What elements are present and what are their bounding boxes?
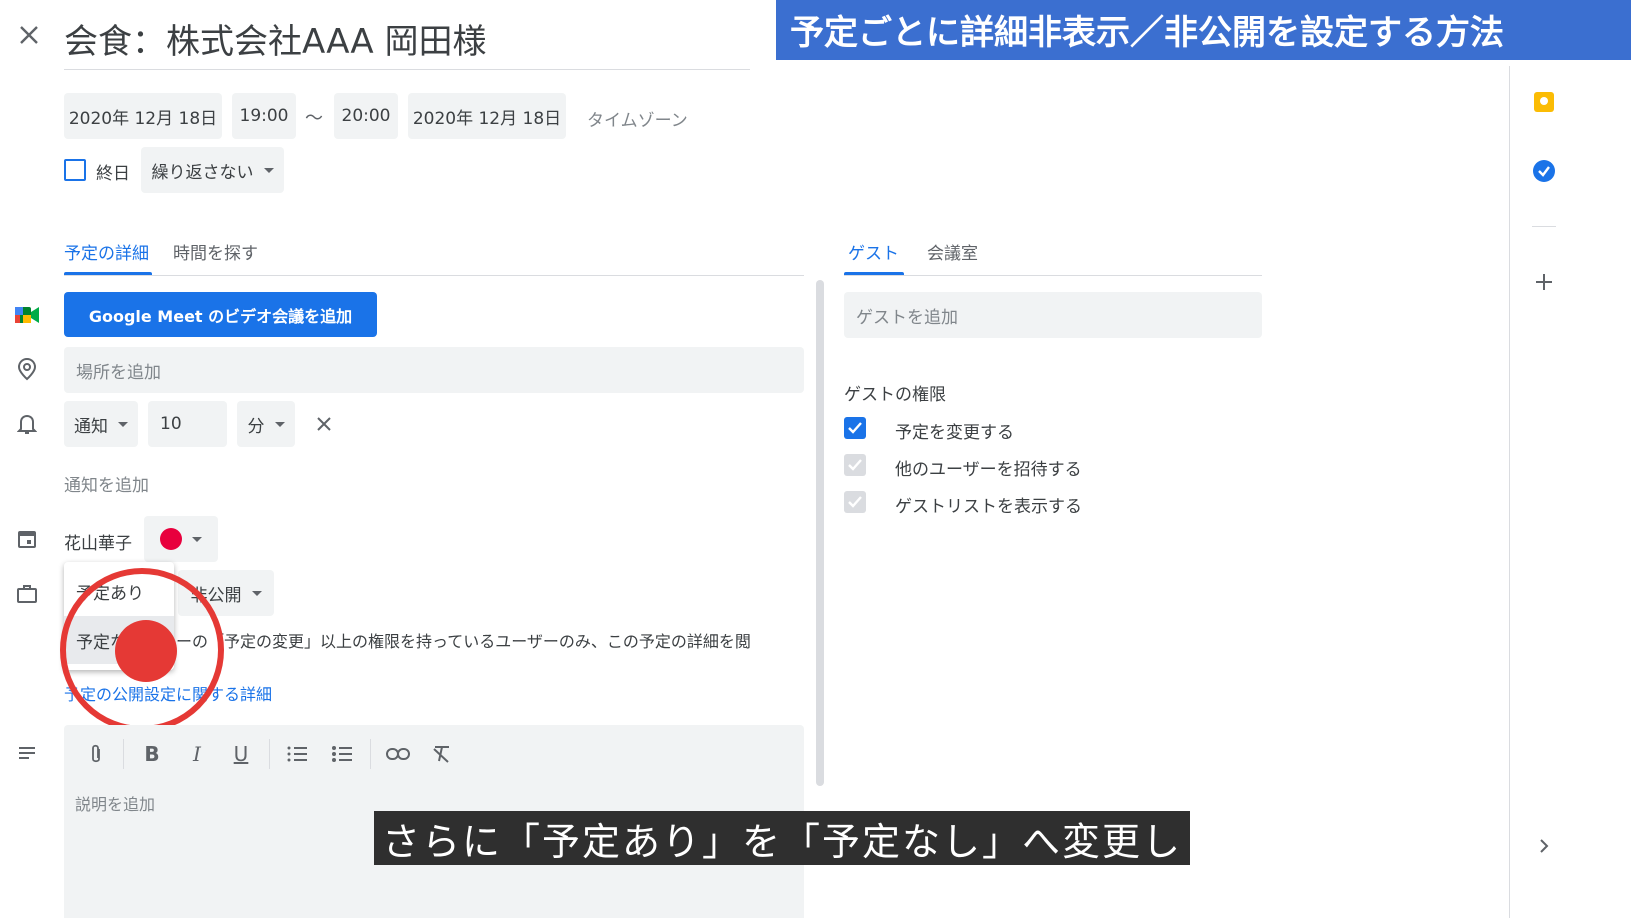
timezone-link[interactable]: タイムゾーン: [587, 106, 688, 131]
repeat-dropdown[interactable]: 繰り返さない: [141, 147, 284, 193]
notification-type-dropdown[interactable]: 通知: [64, 401, 138, 447]
calendar-icon: [14, 526, 40, 552]
numbered-list-icon[interactable]: [280, 737, 314, 771]
click-indicator-dot: [115, 620, 177, 682]
see-guest-list-label: ゲストリストを表示する: [895, 497, 1082, 517]
chevron-down-icon: [251, 590, 262, 596]
tabs-divider: [64, 275, 804, 276]
modify-event-checkbox[interactable]: [844, 417, 866, 439]
add-notification-link[interactable]: 通知を追加: [64, 471, 149, 496]
range-separator: 〜: [305, 108, 323, 129]
guest-permissions-heading: ゲストの権限: [844, 385, 946, 405]
event-title-input[interactable]: 会食：株式会社AAA 岡田様: [64, 14, 486, 63]
notification-value-input[interactable]: 10: [148, 401, 227, 447]
tab-find-time[interactable]: 時間を探す: [173, 239, 258, 264]
add-google-meet-button[interactable]: Google Meet のビデオ会議を追加: [64, 292, 377, 337]
link-icon[interactable]: [381, 737, 415, 771]
tasks-icon[interactable]: [1530, 157, 1558, 185]
right-tabs-divider: [844, 275, 1262, 276]
end-time-chip[interactable]: 20:00: [334, 93, 398, 139]
keep-icon[interactable]: [1530, 88, 1558, 116]
google-meet-icon: [12, 302, 42, 328]
end-date-chip[interactable]: 2020年 12月 18日: [408, 93, 566, 139]
toolbar-separator: [370, 739, 371, 769]
clear-formatting-icon[interactable]: [425, 737, 459, 771]
remove-notification-icon[interactable]: [311, 411, 337, 437]
location-placeholder: 場所を追加: [76, 362, 161, 383]
briefcase-icon: [14, 581, 40, 607]
add-addon-icon[interactable]: [1530, 268, 1558, 296]
bulleted-list-icon[interactable]: [325, 737, 359, 771]
bold-icon[interactable]: B: [135, 737, 169, 771]
calendar-color-dropdown[interactable]: [144, 516, 218, 562]
start-date-chip[interactable]: 2020年 12月 18日: [64, 93, 222, 139]
all-day-label: 終日: [96, 164, 130, 184]
location-pin-icon: [14, 356, 40, 382]
toolbar-separator: [123, 739, 124, 769]
tab-guests[interactable]: ゲスト: [848, 239, 899, 264]
subtitle-caption: さらに「予定あり」を「予定なし」へ変更し: [374, 811, 1190, 865]
add-guest-placeholder: ゲストを追加: [856, 307, 958, 328]
bell-icon: [14, 411, 40, 437]
tab-rooms[interactable]: 会議室: [927, 239, 978, 264]
details-scrollbar[interactable]: [816, 280, 824, 786]
italic-icon[interactable]: I: [180, 737, 214, 771]
calendar-color-dot: [160, 528, 182, 550]
description-placeholder: 説明を追加: [75, 795, 156, 814]
add-google-meet-label: Google Meet のビデオ会議を追加: [88, 306, 353, 326]
close-icon[interactable]: [14, 20, 44, 50]
notification-unit-label: 分: [247, 416, 265, 437]
repeat-label: 繰り返さない: [151, 162, 254, 183]
notification-unit-dropdown[interactable]: 分: [237, 401, 295, 447]
toolbar-separator: [269, 739, 270, 769]
see-guest-list-checkbox[interactable]: [844, 491, 866, 513]
description-icon: [14, 740, 40, 766]
all-day-checkbox[interactable]: [64, 159, 86, 181]
banner: 予定ごとに詳細非表示／非公開を設定する方法: [776, 0, 1631, 60]
chevron-down-icon: [274, 421, 285, 427]
add-guest-input[interactable]: ゲストを追加: [844, 292, 1262, 338]
chevron-down-icon: [118, 421, 128, 427]
chevron-down-icon: [263, 167, 274, 173]
modify-event-label: 予定を変更する: [895, 423, 1014, 443]
invite-others-label: 他のユーザーを招待する: [895, 460, 1082, 480]
notification-value: 10: [160, 414, 182, 434]
visibility-info-text: ーの「予定の変更」以上の権限を持っているユーザーのみ、この予定の詳細を閲: [176, 632, 751, 651]
subtitle-text: さらに「予定あり」を「予定なし」へ変更し: [381, 819, 1182, 864]
attachment-icon[interactable]: [79, 737, 113, 771]
invite-others-checkbox[interactable]: [844, 454, 866, 476]
calendar-owner: 花山華子: [64, 534, 132, 554]
underline-icon[interactable]: U: [224, 737, 258, 771]
banner-text: 予定ごとに詳細非表示／非公開を設定する方法: [790, 13, 1504, 53]
side-panel-divider: [1509, 66, 1510, 918]
notification-type-label: 通知: [74, 416, 108, 437]
side-rail-divider: [1532, 226, 1556, 227]
start-time-chip[interactable]: 19:00: [232, 93, 296, 139]
tab-event-details[interactable]: 予定の詳細: [64, 239, 149, 264]
location-input[interactable]: 場所を追加: [64, 347, 804, 393]
chevron-down-icon: [192, 536, 202, 542]
title-underline: [64, 69, 750, 70]
chevron-right-icon[interactable]: [1532, 834, 1556, 858]
